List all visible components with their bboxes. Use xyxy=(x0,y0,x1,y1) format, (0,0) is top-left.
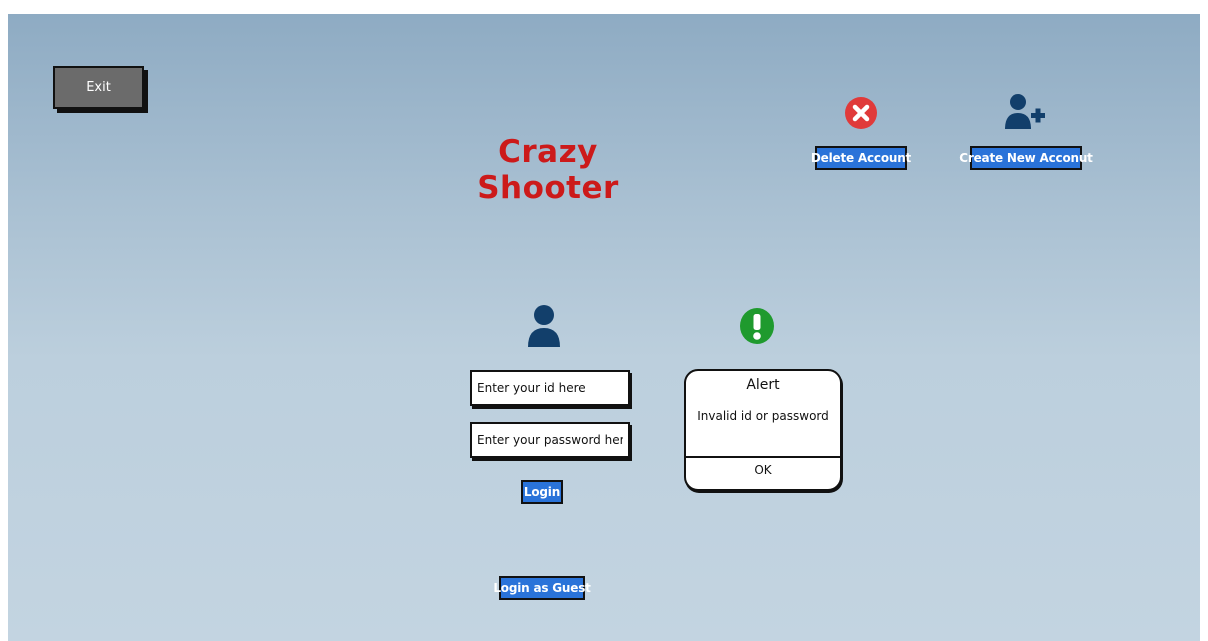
exit-button[interactable]: Exit xyxy=(53,66,144,109)
create-account-button[interactable]: Create New Acconut xyxy=(959,146,1093,174)
alert-divider xyxy=(686,456,840,458)
id-input[interactable] xyxy=(470,370,630,406)
alert-ok-button[interactable]: OK xyxy=(686,463,840,477)
delete-circle-x-icon[interactable] xyxy=(844,96,878,130)
login-button[interactable]: Login xyxy=(521,480,567,508)
alert-dialog: Alert Invalid id or password OK xyxy=(684,369,842,491)
password-input[interactable] xyxy=(470,422,630,458)
login-as-guest-button[interactable]: Login as Guest xyxy=(493,576,591,604)
delete-account-button[interactable]: Delete Account xyxy=(811,146,911,174)
alert-message: Invalid id or password xyxy=(697,409,829,423)
exclamation-circle-icon xyxy=(740,308,774,344)
alert-title: Alert xyxy=(746,377,780,393)
user-plus-icon[interactable] xyxy=(1004,92,1050,130)
app-title: Crazy Shooter xyxy=(477,134,619,206)
app-canvas: Exit Crazy Shooter Delete Account Create… xyxy=(8,14,1200,641)
user-icon xyxy=(528,305,560,347)
